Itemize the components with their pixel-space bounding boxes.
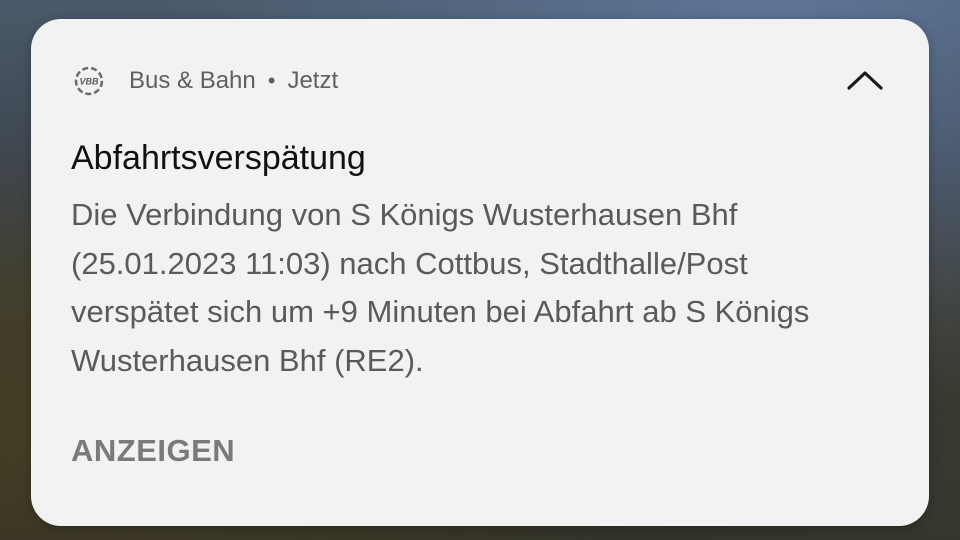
notification-title: Abfahrtsverspätung <box>71 139 366 177</box>
app-name: Bus & Bahn <box>129 67 256 94</box>
vbb-icon-text: VBB <box>79 77 99 87</box>
collapse-button[interactable] <box>845 67 885 97</box>
notification-header: VBB Bus & Bahn • Jetzt <box>73 63 889 99</box>
notification-card[interactable]: VBB Bus & Bahn • Jetzt Abfahrtsverspätun… <box>31 19 929 526</box>
show-action-button[interactable]: ANZEIGEN <box>71 433 235 469</box>
vbb-icon: VBB <box>73 65 105 97</box>
notification-body: Die Verbindung von S Königs Wusterhausen… <box>71 197 810 378</box>
chevron-up-icon <box>846 69 884 96</box>
header-separator: • <box>267 68 276 93</box>
notification-time: Jetzt <box>287 67 339 94</box>
